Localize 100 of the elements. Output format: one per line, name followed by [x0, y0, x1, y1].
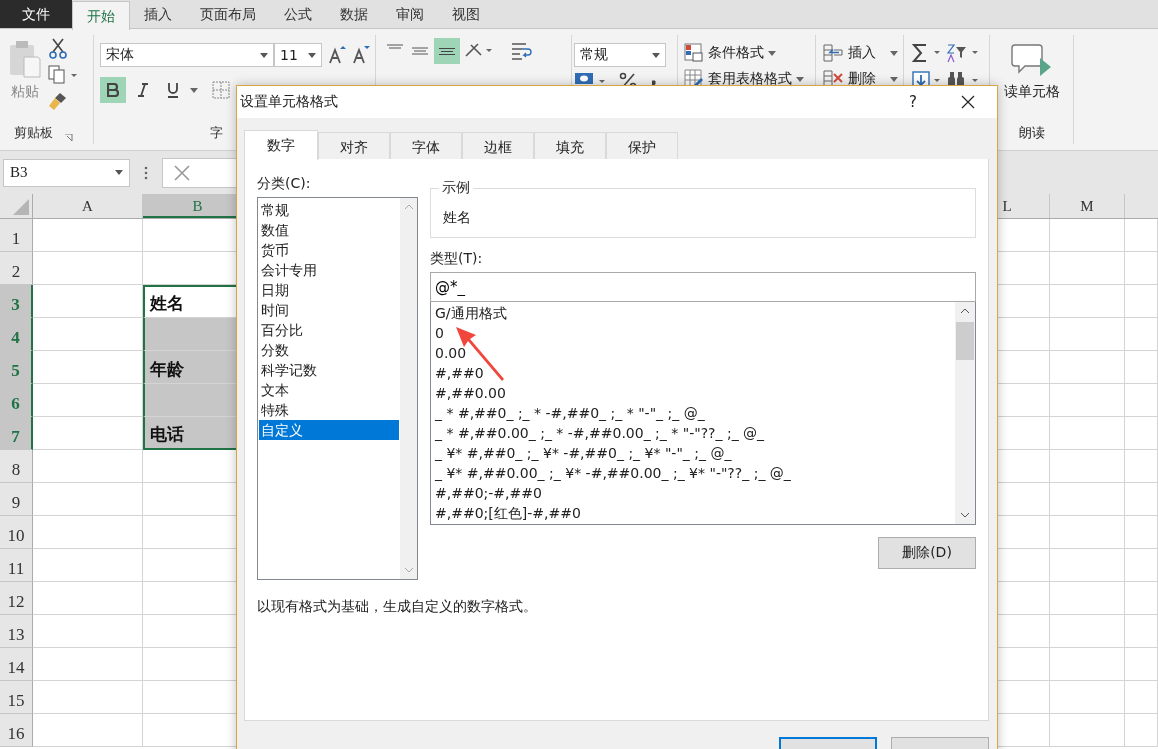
- row-header[interactable]: 13: [0, 615, 33, 648]
- row-header[interactable]: 9: [0, 483, 33, 516]
- format-item[interactable]: #,##0;[红色]-#,##0: [435, 503, 951, 523]
- row-header[interactable]: 2: [0, 252, 33, 285]
- sheet-cell[interactable]: [1125, 252, 1158, 285]
- sheet-cell[interactable]: [1125, 384, 1158, 417]
- launcher-icon[interactable]: [65, 134, 73, 142]
- ribbon-tab[interactable]: 数据: [326, 0, 382, 28]
- number-format-select[interactable]: 常规: [574, 43, 666, 67]
- ribbon-tab[interactable]: 公式: [270, 0, 326, 28]
- ribbon-tab[interactable]: 开始: [72, 1, 130, 30]
- sheet-cell[interactable]: [1125, 285, 1158, 318]
- format-item[interactable]: 0.00: [435, 343, 951, 363]
- brush-icon[interactable]: [48, 91, 68, 111]
- wrap-text-icon[interactable]: [510, 41, 532, 63]
- category-item[interactable]: 文本: [259, 380, 399, 400]
- category-item[interactable]: 货币: [259, 240, 399, 260]
- delete-format-button[interactable]: 删除(D): [878, 537, 976, 569]
- sheet-cell[interactable]: [33, 483, 143, 516]
- format-item[interactable]: G/通用格式: [435, 303, 951, 323]
- border-icon[interactable]: [212, 81, 230, 99]
- sheet-cell[interactable]: [33, 285, 143, 318]
- scissors-icon[interactable]: [48, 37, 68, 59]
- sheet-cell[interactable]: [1125, 582, 1158, 615]
- sheet-cell[interactable]: [1125, 714, 1158, 747]
- sheet-cell[interactable]: [1125, 681, 1158, 714]
- row-header[interactable]: 14: [0, 648, 33, 681]
- scroll-thumb[interactable]: [956, 322, 974, 360]
- sheet-cell[interactable]: [33, 615, 143, 648]
- row-header[interactable]: 10: [0, 516, 33, 549]
- sheet-cell[interactable]: [33, 219, 143, 252]
- ribbon-tab[interactable]: 视图: [438, 0, 494, 28]
- category-item[interactable]: 会计专用: [259, 260, 399, 280]
- sheet-cell[interactable]: [1125, 549, 1158, 582]
- sheet-cell[interactable]: [33, 549, 143, 582]
- ribbon-tab[interactable]: 审阅: [382, 0, 438, 28]
- category-list[interactable]: 常规 数值 货币 会计专用 日期 时间 百分比 分数 科学记数 文本 特殊 自定义: [257, 197, 418, 580]
- read-cell-button[interactable]: 读单元格: [1003, 83, 1060, 101]
- sheet-cell[interactable]: [33, 714, 143, 747]
- ribbon-tab[interactable]: 页面布局: [186, 0, 270, 28]
- sheet-cell[interactable]: [1125, 516, 1158, 549]
- align-bottom-button[interactable]: [434, 38, 460, 64]
- font-size-select[interactable]: 11: [274, 43, 322, 67]
- close-icon[interactable]: [961, 95, 975, 109]
- sheet-cell[interactable]: [1125, 450, 1158, 483]
- sheet-cell[interactable]: [33, 648, 143, 681]
- sheet-cell[interactable]: [1050, 285, 1125, 318]
- sheet-cell[interactable]: [1125, 219, 1158, 252]
- category-item[interactable]: 百分比: [259, 320, 399, 340]
- sheet-cell[interactable]: [1050, 351, 1125, 384]
- row-header[interactable]: 11: [0, 549, 33, 582]
- row-header[interactable]: 8: [0, 450, 33, 483]
- category-item[interactable]: 自定义: [259, 420, 399, 440]
- format-item[interactable]: #,##0;-#,##0: [435, 483, 951, 503]
- sort-filter-icon[interactable]: [946, 43, 980, 63]
- sheet-cell[interactable]: [33, 681, 143, 714]
- category-item[interactable]: 时间: [259, 300, 399, 320]
- delete-button[interactable]: 删除: [822, 69, 903, 89]
- dialog-tab[interactable]: 数字: [244, 130, 318, 160]
- sheet-cell[interactable]: [1050, 615, 1125, 648]
- sheet-cell[interactable]: [1125, 417, 1158, 450]
- cancel-icon[interactable]: [173, 163, 191, 182]
- sheet-cell[interactable]: [33, 450, 143, 483]
- format-item[interactable]: _ * #,##0_ ;_ * -#,##0_ ;_ * "-"_ ;_ @_: [435, 403, 951, 423]
- sheet-cell[interactable]: [1050, 219, 1125, 252]
- sheet-cell[interactable]: [1050, 681, 1125, 714]
- scroll-down-icon[interactable]: [960, 512, 970, 518]
- format-item[interactable]: #,##0: [435, 363, 951, 383]
- row-header[interactable]: 15: [0, 681, 33, 714]
- sheet-cell[interactable]: [1125, 318, 1158, 351]
- sheet-cell[interactable]: [1050, 417, 1125, 450]
- sheet-cell[interactable]: [33, 582, 143, 615]
- font-name-select[interactable]: 宋体: [100, 43, 274, 67]
- bold-button[interactable]: [100, 77, 126, 103]
- help-button[interactable]: ?: [909, 93, 917, 111]
- ribbon-tab[interactable]: 插入: [130, 0, 186, 28]
- sheet-cell[interactable]: [1050, 450, 1125, 483]
- sheet-cell[interactable]: [1125, 615, 1158, 648]
- category-item[interactable]: 日期: [259, 280, 399, 300]
- format-item[interactable]: #,##0.00: [435, 383, 951, 403]
- conditional-format-button[interactable]: 条件格式: [684, 43, 815, 63]
- caret-icon[interactable]: [190, 87, 198, 93]
- sheet-cell[interactable]: [1050, 252, 1125, 285]
- type-input[interactable]: @*_: [430, 272, 976, 302]
- file-tab[interactable]: 文件: [0, 0, 72, 28]
- sheet-cell[interactable]: [33, 252, 143, 285]
- shrink-font-icon[interactable]: [352, 45, 370, 65]
- scroll-up-icon[interactable]: [960, 308, 970, 314]
- more-icon[interactable]: [144, 165, 148, 180]
- scrollbar[interactable]: [955, 302, 975, 524]
- sheet-cell[interactable]: [1050, 483, 1125, 516]
- category-item[interactable]: 数值: [259, 220, 399, 240]
- format-item[interactable]: _ * #,##0.00_ ;_ * -#,##0.00_ ;_ * "-"??_ ;_ @_: [435, 423, 951, 443]
- row-header[interactable]: 12: [0, 582, 33, 615]
- sheet-cell[interactable]: [1050, 318, 1125, 351]
- sheet-cell[interactable]: [1125, 648, 1158, 681]
- sheet-cell[interactable]: [1050, 648, 1125, 681]
- copy-icon[interactable]: [48, 65, 78, 85]
- sheet-cell[interactable]: [1050, 549, 1125, 582]
- row-header[interactable]: 16: [0, 714, 33, 747]
